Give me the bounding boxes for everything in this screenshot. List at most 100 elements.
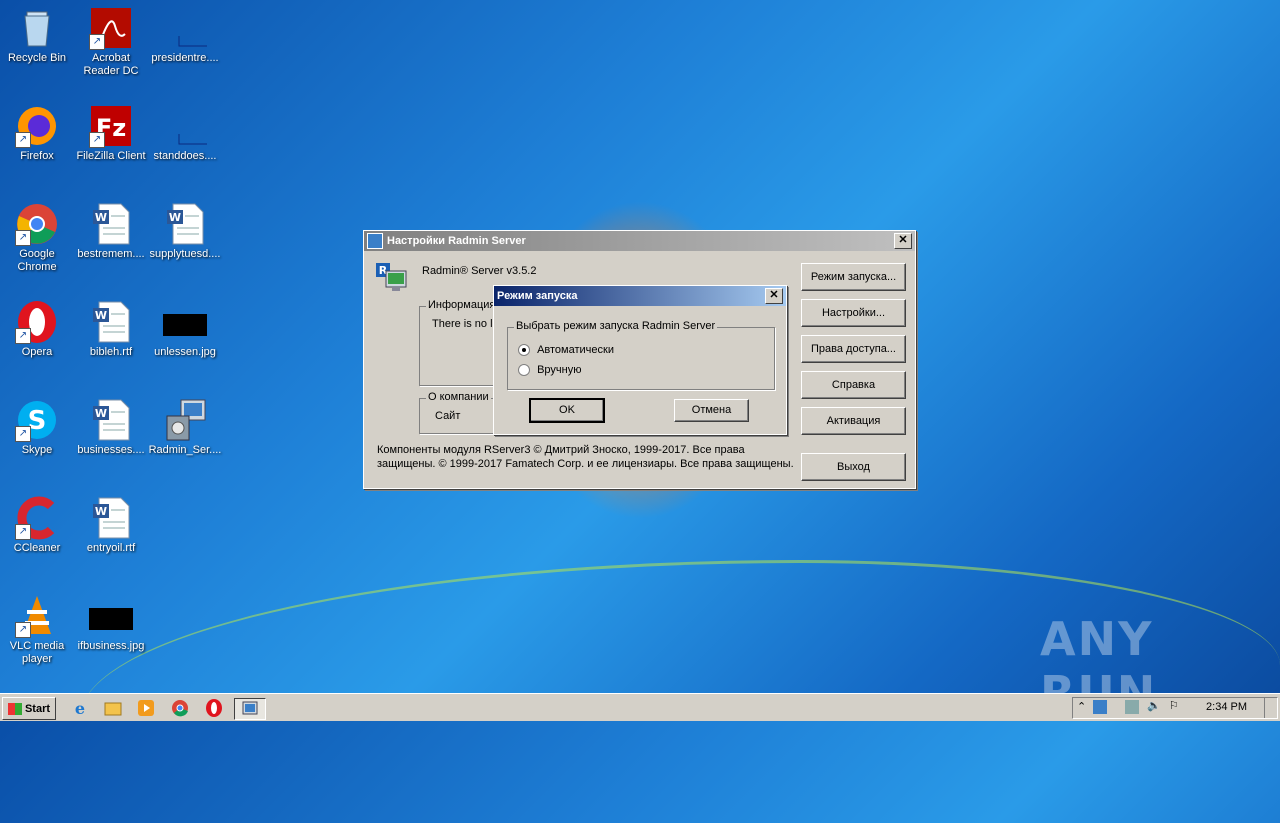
- flag-tray-icon[interactable]: ⚐: [1169, 699, 1179, 712]
- svg-text:e: e: [75, 699, 85, 718]
- chrome-taskbar-icon[interactable]: [170, 698, 190, 718]
- filezilla-icon: Fz ↗: [89, 104, 133, 148]
- desktop-icon-bibleh[interactable]: W bibleh.rtf: [74, 300, 148, 359]
- word-doc-icon: W: [89, 202, 133, 246]
- radmin-title-icon: [367, 233, 383, 249]
- radio-manual-indicator[interactable]: [518, 364, 530, 377]
- word-doc-icon: W: [163, 202, 207, 246]
- word-doc-icon: W: [89, 496, 133, 540]
- desktop-icon-ccleaner[interactable]: ↗ CCleaner: [0, 496, 74, 555]
- desktop-icon-unlessen[interactable]: unlessen.jpg: [148, 300, 222, 359]
- explorer-taskbar-icon[interactable]: [103, 698, 123, 718]
- startup-mode-titlebar[interactable]: Режим запуска ✕: [494, 286, 786, 306]
- desktop-icon-bestremem[interactable]: W bestremem....: [74, 202, 148, 261]
- taskbar: Start e ⌃ 🔈 ⚐ 2:34 PM: [0, 693, 1280, 721]
- network-tray-icon[interactable]: [1125, 700, 1139, 714]
- startup-mode-title: Режим запуска: [497, 290, 578, 302]
- radmin-tray-icon[interactable]: [1093, 700, 1107, 714]
- shortcut-arrow-icon: ↗: [15, 230, 31, 246]
- help-button[interactable]: Справка: [801, 371, 906, 399]
- svg-text:W: W: [95, 211, 107, 224]
- tray-expand-icon[interactable]: ⌃: [1077, 700, 1086, 713]
- desktop-icon-firefox[interactable]: ↗ Firefox: [0, 104, 74, 163]
- vlc-icon: ↗: [15, 594, 59, 638]
- radmin-logo-icon: R: [376, 263, 408, 295]
- access-rights-button[interactable]: Права доступа...: [801, 335, 906, 363]
- skype-icon: S ↗: [15, 398, 59, 442]
- windows-logo-icon: [7, 702, 22, 715]
- shortcut-arrow-icon: ↗: [15, 132, 31, 148]
- start-button[interactable]: Start: [2, 697, 56, 720]
- site-link[interactable]: Сайт: [435, 410, 460, 422]
- activation-button[interactable]: Активация: [801, 407, 906, 435]
- svg-text:W: W: [169, 211, 181, 224]
- svg-text:W: W: [95, 505, 107, 518]
- image-file-icon: [163, 300, 207, 344]
- shortcut-arrow-icon: ↗: [15, 426, 31, 442]
- shortcut-arrow-icon: ↗: [89, 132, 105, 148]
- desktop-icon-standdoes[interactable]: standdoes....: [148, 104, 223, 163]
- desktop-icon-vlc[interactable]: ↗ VLC media player: [0, 594, 74, 666]
- settings-title: Настройки Radmin Server: [387, 235, 526, 247]
- desktop-icon-opera[interactable]: ↗ Opera: [0, 300, 74, 359]
- startup-mode-group: Выбрать режим запуска Radmin Server Авто…: [507, 320, 775, 390]
- desktop-icon-presidentre[interactable]: presidentre....: [148, 6, 223, 65]
- system-tray: ⌃ 🔈 ⚐ 2:34 PM: [1072, 697, 1278, 719]
- svg-text:W: W: [95, 407, 107, 420]
- desktop-icon-entryoil[interactable]: W entryoil.rtf: [74, 496, 148, 555]
- volume-tray-icon[interactable]: 🔈: [1147, 699, 1161, 712]
- desktop-icon-filezilla[interactable]: Fz ↗ FileZilla Client: [74, 104, 148, 163]
- shortcut-arrow-icon: ↗: [89, 34, 105, 50]
- settings-button[interactable]: Настройки...: [801, 299, 906, 327]
- radio-automatic[interactable]: Автоматически: [518, 344, 614, 357]
- media-player-taskbar-icon[interactable]: [136, 698, 156, 718]
- desktop-icon-radmin-installer[interactable]: Radmin_Ser....: [148, 398, 222, 457]
- shortcut-arrow-icon: ↗: [15, 622, 31, 638]
- ccleaner-icon: ↗: [15, 496, 59, 540]
- info-group-label: Информация: [426, 299, 498, 311]
- ok-button[interactable]: OK: [529, 398, 605, 423]
- radio-automatic-indicator[interactable]: [518, 344, 530, 357]
- desktop-icon-acrobat[interactable]: ↗ Acrobat Reader DC: [74, 6, 148, 78]
- opera-taskbar-icon[interactable]: [204, 698, 224, 718]
- radio-manual[interactable]: Вручную: [518, 364, 582, 377]
- show-desktop-button[interactable]: [1264, 698, 1277, 718]
- startup-mode-button[interactable]: Режим запуска...: [801, 263, 906, 291]
- shortcut-arrow-icon: ↗: [15, 328, 31, 344]
- chrome-icon: ↗: [15, 202, 59, 246]
- file-icon: [163, 104, 223, 148]
- exit-button[interactable]: Выход: [801, 453, 906, 481]
- desktop-icon-skype[interactable]: S ↗ Skype: [0, 398, 74, 457]
- desktop-icon-businesses[interactable]: W businesses....: [74, 398, 148, 457]
- startup-mode-dialog: Режим запуска ✕ Выбрать режим запуска Ra…: [493, 285, 787, 435]
- ie-taskbar-icon[interactable]: e: [70, 698, 90, 718]
- shortcut-arrow-icon: ↗: [15, 524, 31, 540]
- recycle-bin-icon: [15, 6, 59, 50]
- clock[interactable]: 2:34 PM: [1206, 701, 1247, 713]
- settings-close-button[interactable]: ✕: [894, 233, 912, 249]
- settings-titlebar[interactable]: Настройки Radmin Server ✕: [364, 231, 915, 251]
- radmin-taskbar-button[interactable]: [234, 698, 266, 720]
- svg-text:W: W: [95, 309, 107, 322]
- word-doc-icon: W: [89, 300, 133, 344]
- startup-mode-group-label: Выбрать режим запуска Radmin Server: [514, 320, 718, 332]
- license-info-text: There is no li: [432, 318, 495, 330]
- desktop-icon-chrome[interactable]: ↗ Google Chrome: [0, 202, 74, 274]
- cancel-button[interactable]: Отмена: [674, 399, 749, 422]
- image-file-icon: [89, 594, 133, 638]
- desktop-icon-ifbusiness[interactable]: ifbusiness.jpg: [74, 594, 148, 653]
- acrobat-icon: ↗: [89, 6, 133, 50]
- product-version: Radmin® Server v3.5.2: [422, 265, 537, 277]
- radio-automatic-label: Автоматически: [537, 344, 614, 356]
- startup-mode-close-button[interactable]: ✕: [765, 288, 783, 304]
- desktop-icon-recycle-bin[interactable]: Recycle Bin: [0, 6, 74, 65]
- copyright-line-1: Компоненты модуля RServer3 © Дмитрий Зно…: [377, 444, 745, 456]
- start-label: Start: [24, 702, 51, 715]
- copyright-line-2: защищены. © 1999-2017 Famatech Corp. и е…: [377, 458, 794, 470]
- word-doc-icon: W: [89, 398, 133, 442]
- opera-icon: ↗: [15, 300, 59, 344]
- radio-manual-label: Вручную: [537, 364, 582, 376]
- about-group-label: О компании: [426, 391, 491, 403]
- file-icon: [163, 6, 223, 50]
- desktop-icon-supplytuesd[interactable]: W supplytuesd....: [148, 202, 222, 261]
